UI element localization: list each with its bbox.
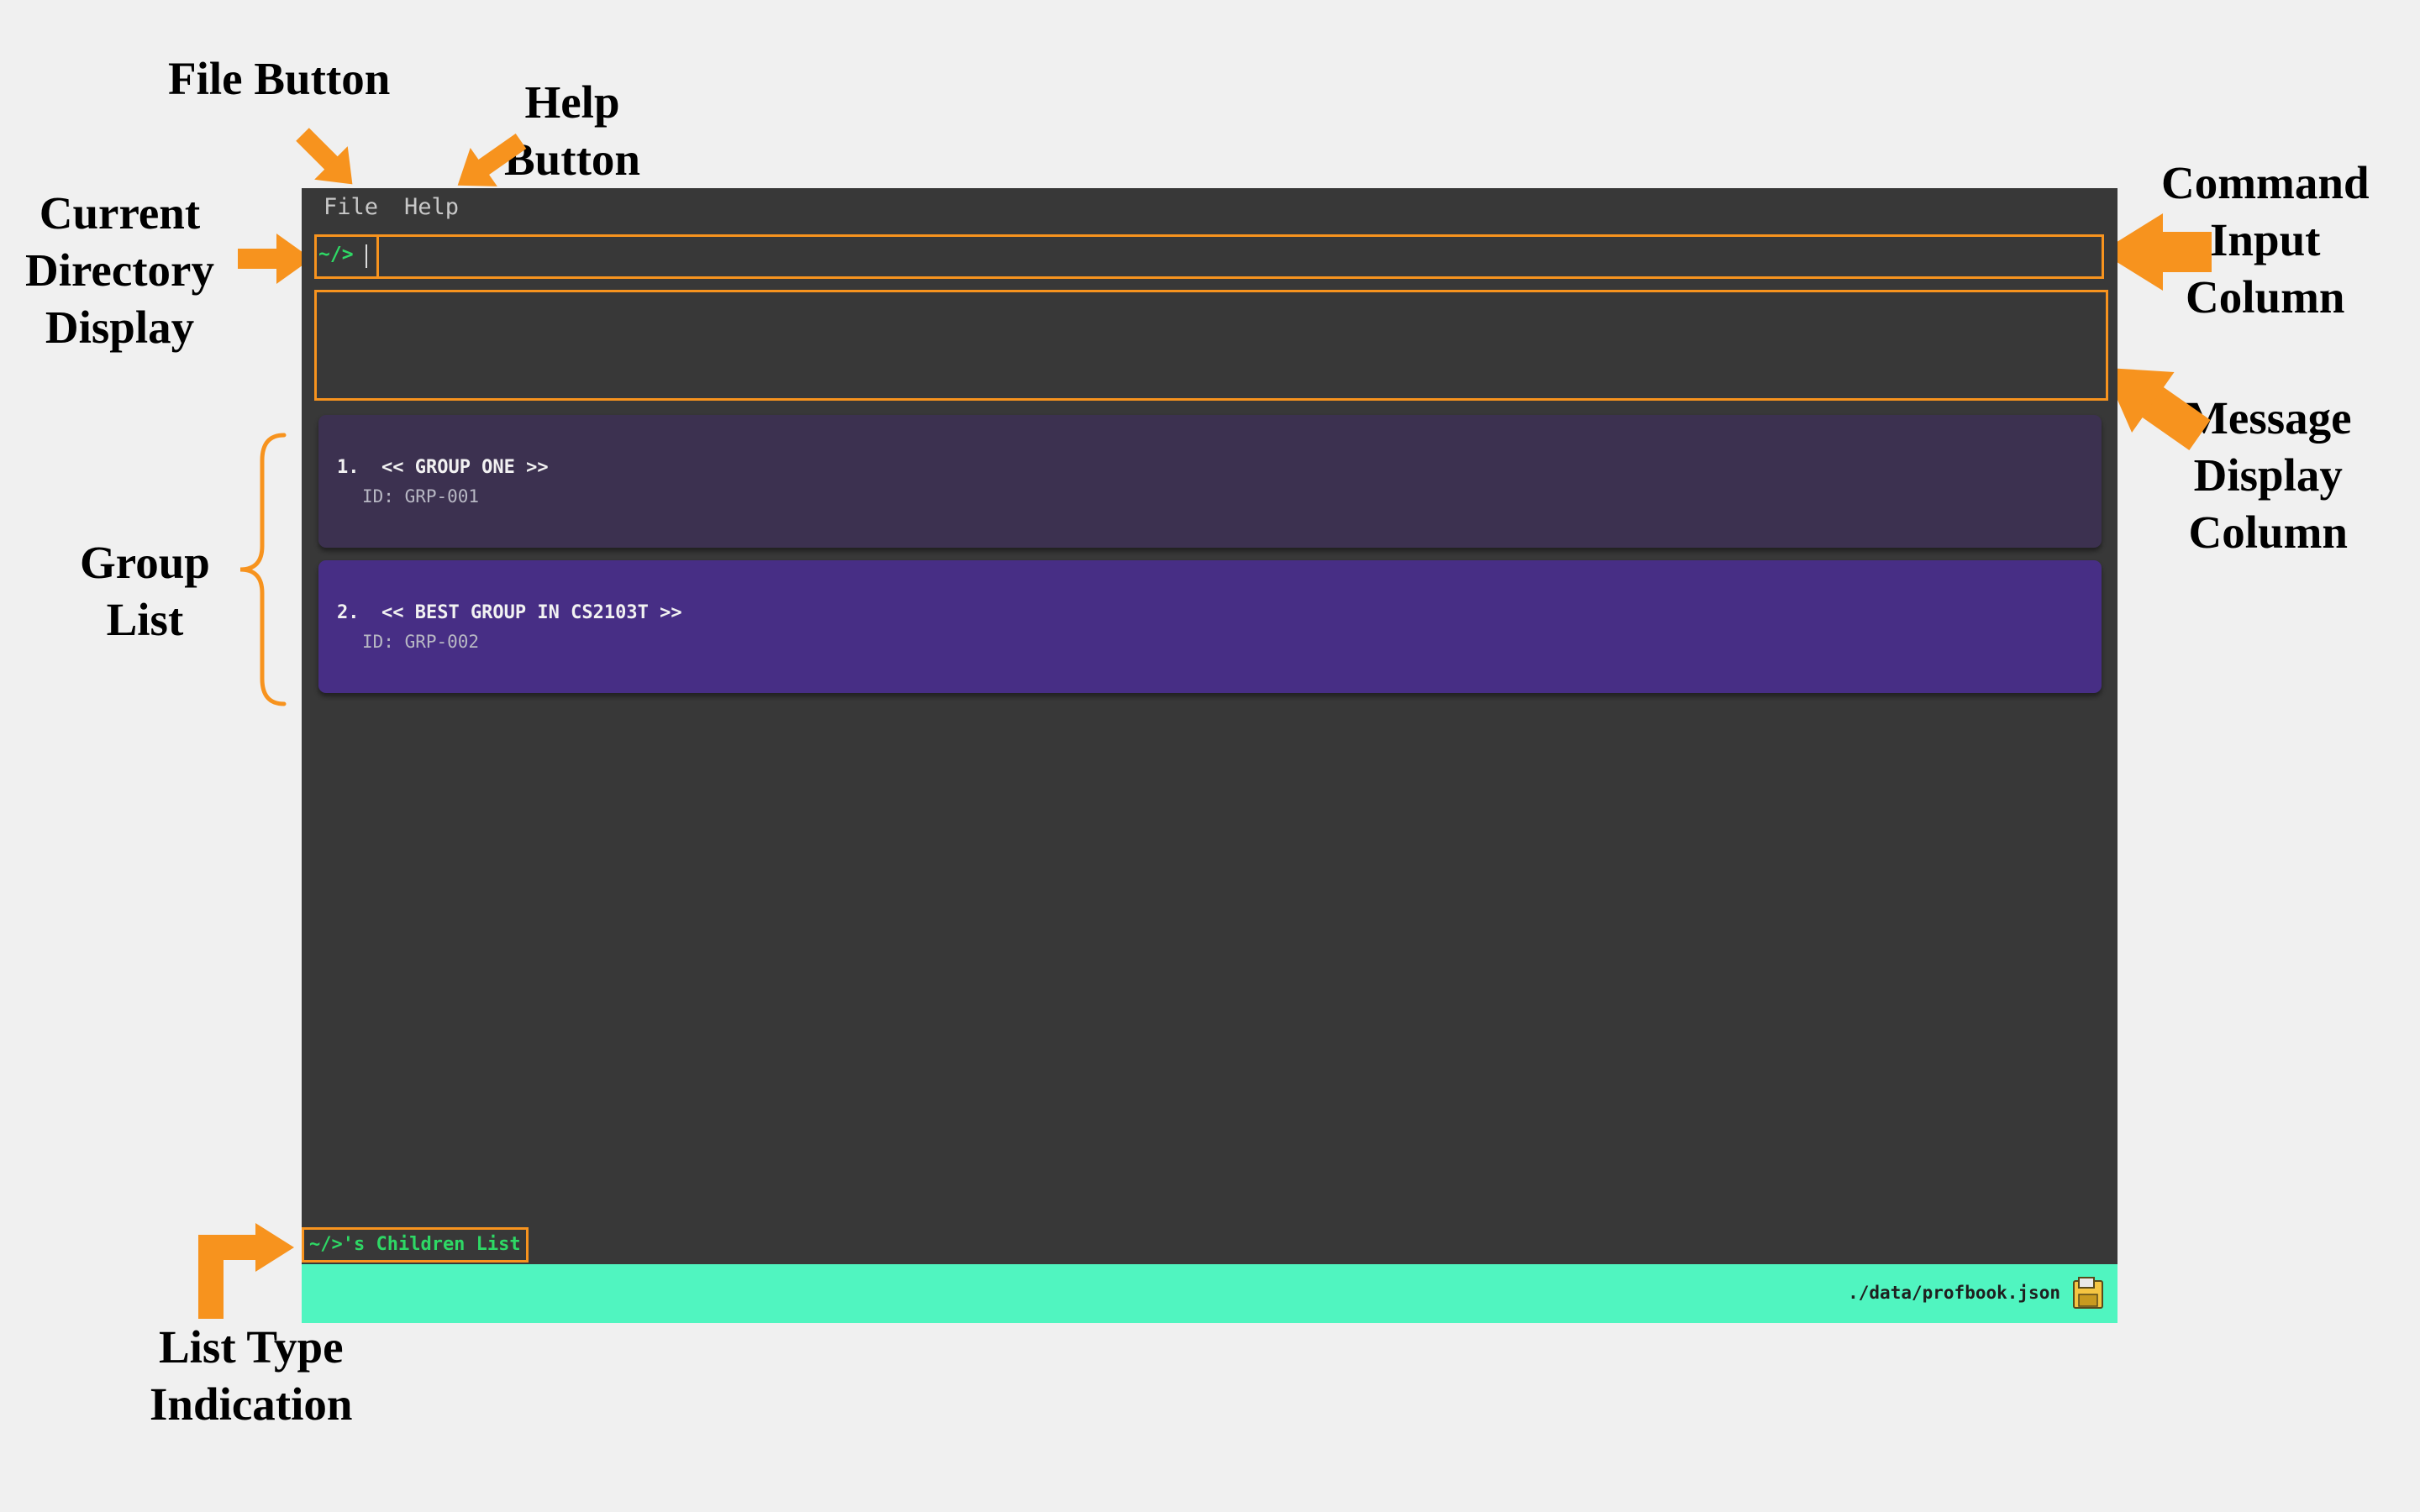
file-path: ./data/profbook.json xyxy=(1848,1283,2060,1303)
current-directory-text: ~/> xyxy=(318,244,354,265)
status-bar: ./data/profbook.json xyxy=(302,1264,2118,1323)
help-menu-button[interactable]: Help xyxy=(404,194,459,220)
app-window: File Help ~/> 1. << GROUP ONE >> ID: GRP… xyxy=(302,188,2118,1323)
group-list-brace xyxy=(239,433,287,706)
group-id: ID: GRP-002 xyxy=(362,632,480,652)
menu-bar: File Help xyxy=(302,188,2118,230)
group-title: 2. << BEST GROUP IN CS2103T >> xyxy=(337,602,682,623)
group-title: 1. << GROUP ONE >> xyxy=(337,457,549,478)
file-menu-button[interactable]: File xyxy=(324,194,378,220)
group-id: ID: GRP-001 xyxy=(362,486,480,507)
arrow-list-type xyxy=(198,1223,294,1319)
save-file-icon xyxy=(2073,1277,2103,1309)
list-type-indicator: ~/>'s Children List xyxy=(302,1227,529,1263)
message-display-box xyxy=(314,290,2108,401)
text-caret xyxy=(366,244,367,268)
group-card-2[interactable]: 2. << BEST GROUP IN CS2103T >> ID: GRP-0… xyxy=(318,560,2102,693)
command-input-box[interactable]: ~/> xyxy=(314,234,2104,279)
group-card-1[interactable]: 1. << GROUP ONE >> ID: GRP-001 xyxy=(318,415,2102,548)
arrow-current-directory xyxy=(238,234,312,284)
current-directory-display: ~/> xyxy=(317,237,379,276)
